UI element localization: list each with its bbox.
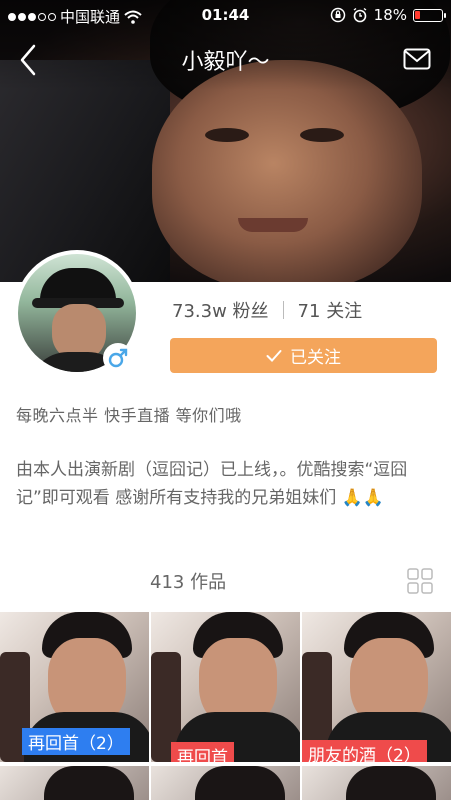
followed-button[interactable]: 已关注 [170, 338, 437, 373]
battery-percent: 18% [373, 6, 407, 24]
bio-line-1: 每晚六点半 快手直播 等你们哦 [16, 406, 242, 425]
mail-icon[interactable] [403, 48, 431, 70]
cover-eye-right [300, 128, 344, 142]
following-stat[interactable]: 71 关注 [298, 297, 363, 323]
following-label: 关注 [326, 301, 363, 322]
work-thumb-6[interactable] [302, 766, 451, 800]
fans-stat[interactable]: 73.3w 粉丝 [172, 297, 269, 323]
grid-view-icon[interactable] [407, 568, 433, 594]
check-icon [266, 349, 282, 362]
cover-face [152, 60, 422, 282]
status-bar: 中国联通 01:44 18% [0, 0, 451, 30]
battery-icon [413, 8, 446, 22]
status-right: 18% [330, 6, 446, 24]
nav-bar: 小毅吖～ [0, 30, 451, 90]
works-header: 413 作品 [0, 560, 451, 602]
work-title-2: 再回首 [171, 742, 234, 762]
cover-background [0, 60, 170, 282]
fans-count: 73.3w [172, 301, 227, 322]
lock-rotation-icon [330, 7, 345, 23]
work-thumb-3[interactable]: 朋友的酒（2） [302, 612, 451, 762]
bio-line-2: 由本人出演新剧（逗囧记）已上线，。优酷搜索“逗囧记”即可观看 感谢所有支持我的兄… [16, 460, 408, 508]
followed-label: 已关注 [290, 348, 341, 368]
work-thumb-5[interactable] [151, 766, 300, 800]
profile-stats: 73.3w 粉丝 71 关注 [172, 297, 362, 323]
work-thumb-1[interactable]: 再回首（2） [0, 612, 149, 762]
works-count: 413 作品 [150, 572, 227, 593]
work-title-3: 朋友的酒（2） [302, 740, 427, 762]
cover-mouth [238, 218, 308, 232]
work-title-1: 再回首（2） [22, 728, 130, 755]
alarm-icon [353, 7, 367, 23]
cover-eye-left [205, 128, 249, 142]
male-icon [103, 343, 133, 373]
work-thumb-4[interactable] [0, 766, 149, 800]
fans-label: 粉丝 [232, 301, 269, 322]
profile-title: 小毅吖～ [181, 50, 270, 75]
works-grid: 再回首（2） 再回首 朋友的酒（2） [0, 612, 451, 800]
work-thumb-2[interactable]: 再回首 [151, 612, 300, 762]
following-count: 71 [297, 301, 321, 322]
stats-divider [282, 301, 284, 319]
